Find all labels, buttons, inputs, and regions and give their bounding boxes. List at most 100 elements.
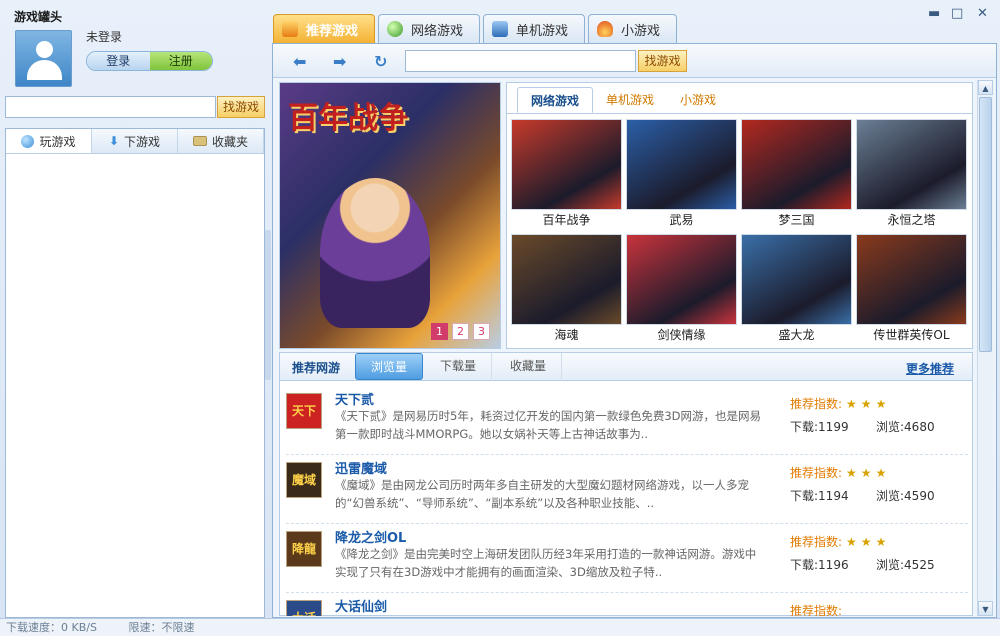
refresh-icon[interactable]: ↻ <box>374 52 387 71</box>
register-button[interactable]: 注册 <box>149 52 212 70</box>
download-count: 下载:1199 <box>790 420 849 434</box>
list-item[interactable]: 天下 天下贰 《天下贰》是网易历时5年，耗资过亿开发的国内第一款绿色免费3D网游，也… <box>286 387 968 455</box>
list-header: 推荐网游 浏览量 下载量 收藏量 更多推荐 <box>280 353 972 381</box>
game-title-link[interactable]: 大话仙剑 <box>335 596 387 615</box>
grid-tab-single[interactable]: 单机游戏 <box>593 87 667 113</box>
avatar-body <box>27 60 62 80</box>
game-icon: 降龍 <box>286 531 322 567</box>
game-title-link[interactable]: 天下贰 <box>335 389 374 408</box>
tab-favorites-count[interactable]: 收藏量 <box>495 353 563 381</box>
more-recommend-link[interactable]: 更多推荐 <box>906 360 954 377</box>
avatar[interactable] <box>15 30 72 87</box>
game-name: 盛大龙 <box>778 328 815 342</box>
recommend-index: 推荐指数: ★★★ <box>790 533 890 550</box>
flame-icon <box>597 21 614 37</box>
grid-tab-mini[interactable]: 小游戏 <box>667 87 729 113</box>
recommend-label: 推荐指数: <box>790 397 843 411</box>
banner-page[interactable]: 3 <box>473 323 490 340</box>
grid-tabs: 网络游戏 单机游戏 小游戏 <box>517 87 729 113</box>
tab-download-games[interactable]: ⬇ 下游戏 <box>92 129 178 153</box>
minimize-button[interactable]: ▬ <box>928 6 940 21</box>
tab-mini-games[interactable]: 小游戏 <box>588 14 678 43</box>
banner-carousel[interactable]: 百年战争 1 2 3 <box>279 82 501 349</box>
game-name: 永恒之塔 <box>887 213 936 227</box>
game-name: 传世群英传OL <box>873 328 950 342</box>
left-search-button[interactable]: 找游戏 <box>217 96 265 118</box>
game-tile[interactable]: 永恒之塔 <box>856 119 967 229</box>
tab-single-games[interactable]: 单机游戏 <box>483 14 586 43</box>
tab-views[interactable]: 浏览量 <box>355 353 424 380</box>
view-count: 浏览:4680 <box>876 420 935 434</box>
tab-label: 玩游戏 <box>39 134 76 149</box>
list-item[interactable]: 魔域 迅雷魔域 《魔域》是由网龙公司历时两年多自主研发的大型魔幻题材网络游戏，以一人… <box>286 456 968 524</box>
view-count: 浏览:4525 <box>876 558 935 572</box>
forward-arrow-icon[interactable]: ➡ <box>333 52 346 71</box>
recommend-index: 推荐指数: ★★★ <box>790 464 890 481</box>
app-window: ▬ □ ✕ 游戏罐头 未登录 登录 注册 找游戏 玩游戏 ⬇ 下游戏 收藏夹 推… <box>0 0 1000 636</box>
tab-favorites[interactable]: 收藏夹 <box>178 129 264 153</box>
tab-label: 网络游戏 <box>411 23 464 39</box>
computer-icon <box>492 21 509 37</box>
banner-page[interactable]: 1 <box>431 323 448 340</box>
speed-limit: 限速：不限速 <box>128 621 195 634</box>
download-count: 下载:1194 <box>790 489 849 503</box>
game-icon: 天下 <box>286 393 322 429</box>
left-tabs: 玩游戏 ⬇ 下游戏 收藏夹 <box>6 129 264 154</box>
tab-label: 推荐游戏 <box>306 23 359 39</box>
game-name: 剑侠情缘 <box>657 328 706 342</box>
game-thumbnail <box>741 234 852 325</box>
app-title: 游戏罐头 <box>14 10 63 24</box>
star-rating: ★★★ <box>846 535 891 549</box>
game-thumbnail <box>626 234 737 325</box>
main-search-input[interactable] <box>405 50 636 72</box>
game-title-link[interactable]: 迅雷魔域 <box>335 458 387 477</box>
banner-character <box>320 178 430 328</box>
maximize-button[interactable]: □ <box>951 6 963 21</box>
grid-tab-online[interactable]: 网络游戏 <box>517 87 594 113</box>
list-item[interactable]: 大话大话仙剑 推荐指数: <box>286 594 968 616</box>
game-tile[interactable]: 梦三国 <box>741 119 852 229</box>
game-tile[interactable]: 武易 <box>626 119 737 229</box>
download-speed: 下载速度：0 KB/S <box>6 621 97 634</box>
banner-title: 百年战争 <box>288 101 408 136</box>
game-tile[interactable]: 传世群英传OL <box>856 234 967 344</box>
login-status: 未登录 <box>86 30 123 44</box>
list-item[interactable]: 降龍 降龙之剑OL 《降龙之剑》是由完美时空上海研发团队历经3年采用打造的一款神话网… <box>286 525 968 593</box>
download-count: 下载:1196 <box>790 558 849 572</box>
scroll-down-icon[interactable]: ▼ <box>978 601 993 616</box>
list-title: 推荐网游 <box>292 361 341 375</box>
game-thumbnail <box>511 119 622 210</box>
banner-page[interactable]: 2 <box>452 323 469 340</box>
vertical-scrollbar[interactable]: ▲ ▼ <box>977 80 993 616</box>
tab-label: 小游戏 <box>621 23 661 39</box>
game-title-link[interactable]: 降龙之剑OL <box>335 527 406 546</box>
game-tile[interactable]: 盛大龙 <box>741 234 852 344</box>
content-area: 百年战争 1 2 3 网络游戏 单机游戏 小游戏 百年战争 武易 梦三国 永恒之塔 海魂… <box>277 81 974 616</box>
panel-splitter[interactable] <box>265 230 271 380</box>
game-tile[interactable]: 海魂 <box>511 234 622 344</box>
left-panel: 游戏罐头 未登录 登录 注册 找游戏 玩游戏 ⬇ 下游戏 收藏夹 <box>0 0 270 618</box>
login-button[interactable]: 登录 <box>87 52 150 70</box>
tab-downloads[interactable]: 下载量 <box>425 353 493 381</box>
scroll-up-icon[interactable]: ▲ <box>978 80 993 95</box>
left-tab-panel: 玩游戏 ⬇ 下游戏 收藏夹 <box>5 128 265 618</box>
main-search-button[interactable]: 找游戏 <box>638 50 687 72</box>
main-panel: ⬅ ➡ ↻ 找游戏 百年战争 1 2 3 网络游戏 单机游戏 小游戏 百年战争 … <box>272 43 997 618</box>
game-name: 百年战争 <box>542 213 591 227</box>
scroll-thumb[interactable] <box>979 97 992 352</box>
close-icon[interactable]: ✕ <box>977 6 988 21</box>
game-tile[interactable]: 百年战争 <box>511 119 622 229</box>
recommend-label: 推荐指数: <box>790 466 843 480</box>
tab-recommended[interactable]: 推荐游戏 <box>273 14 376 43</box>
grid-tab-divider <box>507 113 972 114</box>
tab-online-games[interactable]: 网络游戏 <box>378 14 481 43</box>
tab-play-games[interactable]: 玩游戏 <box>6 129 92 153</box>
recommend-label: 推荐指数: <box>790 604 843 616</box>
game-name: 海魂 <box>554 328 579 342</box>
game-tile[interactable]: 剑侠情缘 <box>626 234 737 344</box>
tab-label: 下游戏 <box>124 134 161 149</box>
game-thumbnail <box>856 119 967 210</box>
left-search-input[interactable] <box>5 96 216 118</box>
star-rating: ★★★ <box>846 397 891 411</box>
back-arrow-icon[interactable]: ⬅ <box>293 52 306 71</box>
